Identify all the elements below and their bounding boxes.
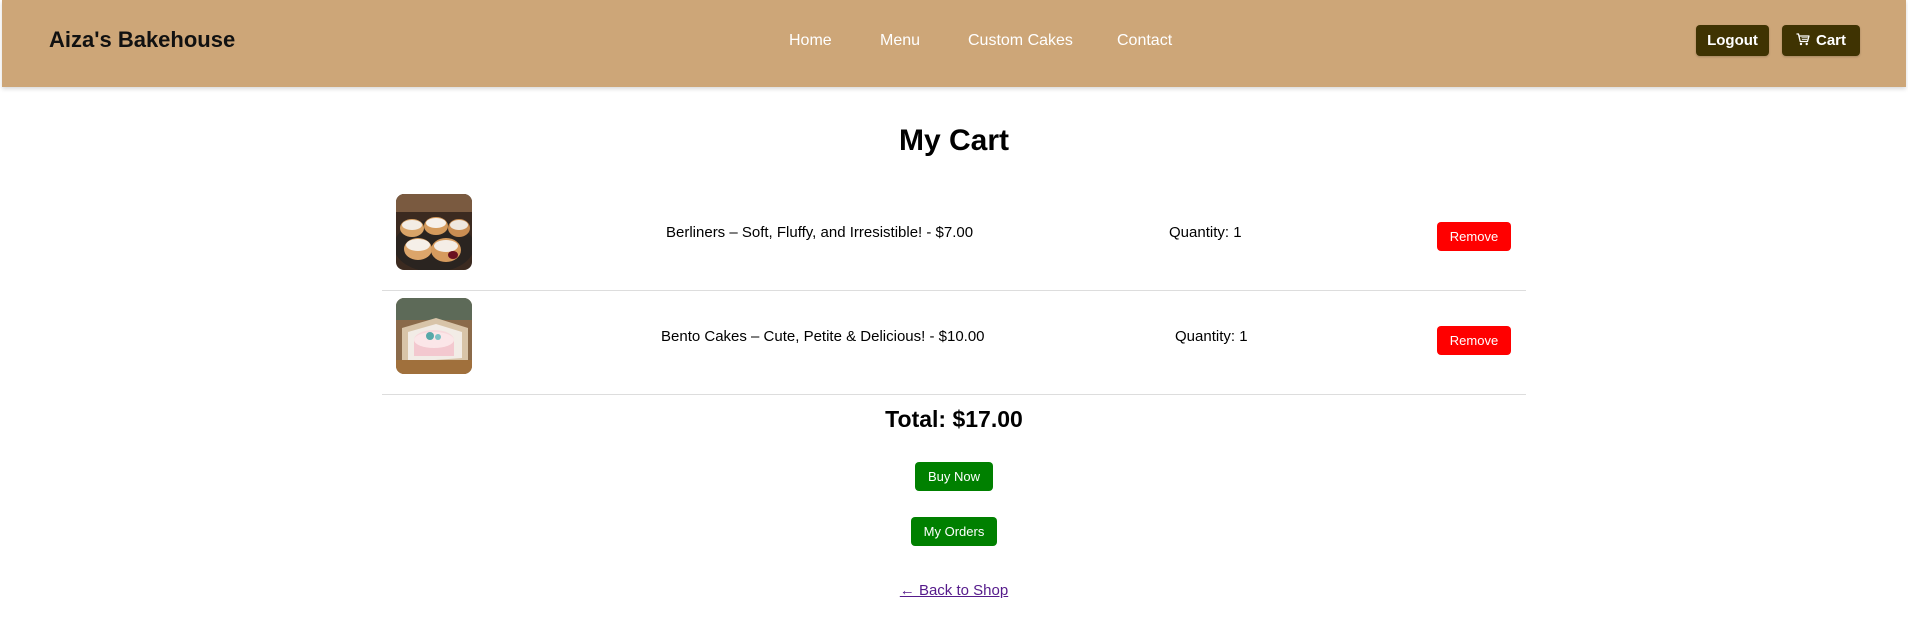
- nav-link-menu[interactable]: Menu: [880, 32, 920, 50]
- main-nav: Home Menu Custom Cakes Contact: [2, 32, 1906, 52]
- item-name-price: Berliners – Soft, Fluffy, and Irresistib…: [666, 224, 974, 241]
- logout-button-label: Logout: [1707, 32, 1758, 49]
- logout-button[interactable]: Logout: [1696, 25, 1769, 56]
- nav-link-home[interactable]: Home: [789, 32, 832, 50]
- page-title: My Cart: [898, 124, 1010, 157]
- item-quantity: Quantity: 1: [1175, 328, 1248, 345]
- cart-button-label: Cart: [1815, 32, 1846, 49]
- bento-cake-image: [396, 298, 472, 374]
- cart-total: Total: $17.00: [885, 406, 1023, 432]
- item-name-price: Bento Cakes – Cute, Petite & Delicious! …: [661, 328, 985, 345]
- remove-button[interactable]: Remove: [1437, 326, 1511, 355]
- cart-icon: [1796, 33, 1810, 48]
- cart-button[interactable]: Cart: [1782, 25, 1860, 56]
- back-to-shop-link[interactable]: ← Back to Shop: [0, 582, 1908, 599]
- buy-now-button[interactable]: Buy Now: [915, 462, 993, 491]
- cart-item: Bento Cakes – Cute, Petite & Delicious! …: [382, 291, 1526, 395]
- navbar: Aiza's Bakehouse Home Menu Custom Cakes …: [2, 0, 1906, 87]
- nav-link-custom-cakes[interactable]: Custom Cakes: [968, 32, 1073, 50]
- berliners-image: [396, 194, 472, 270]
- cart-item: Berliners – Soft, Fluffy, and Irresistib…: [382, 187, 1526, 291]
- my-orders-button[interactable]: My Orders: [911, 517, 997, 546]
- item-quantity: Quantity: 1: [1169, 224, 1242, 241]
- nav-link-contact[interactable]: Contact: [1117, 32, 1172, 50]
- cart-list: Berliners – Soft, Fluffy, and Irresistib…: [382, 187, 1526, 395]
- remove-button[interactable]: Remove: [1437, 222, 1511, 251]
